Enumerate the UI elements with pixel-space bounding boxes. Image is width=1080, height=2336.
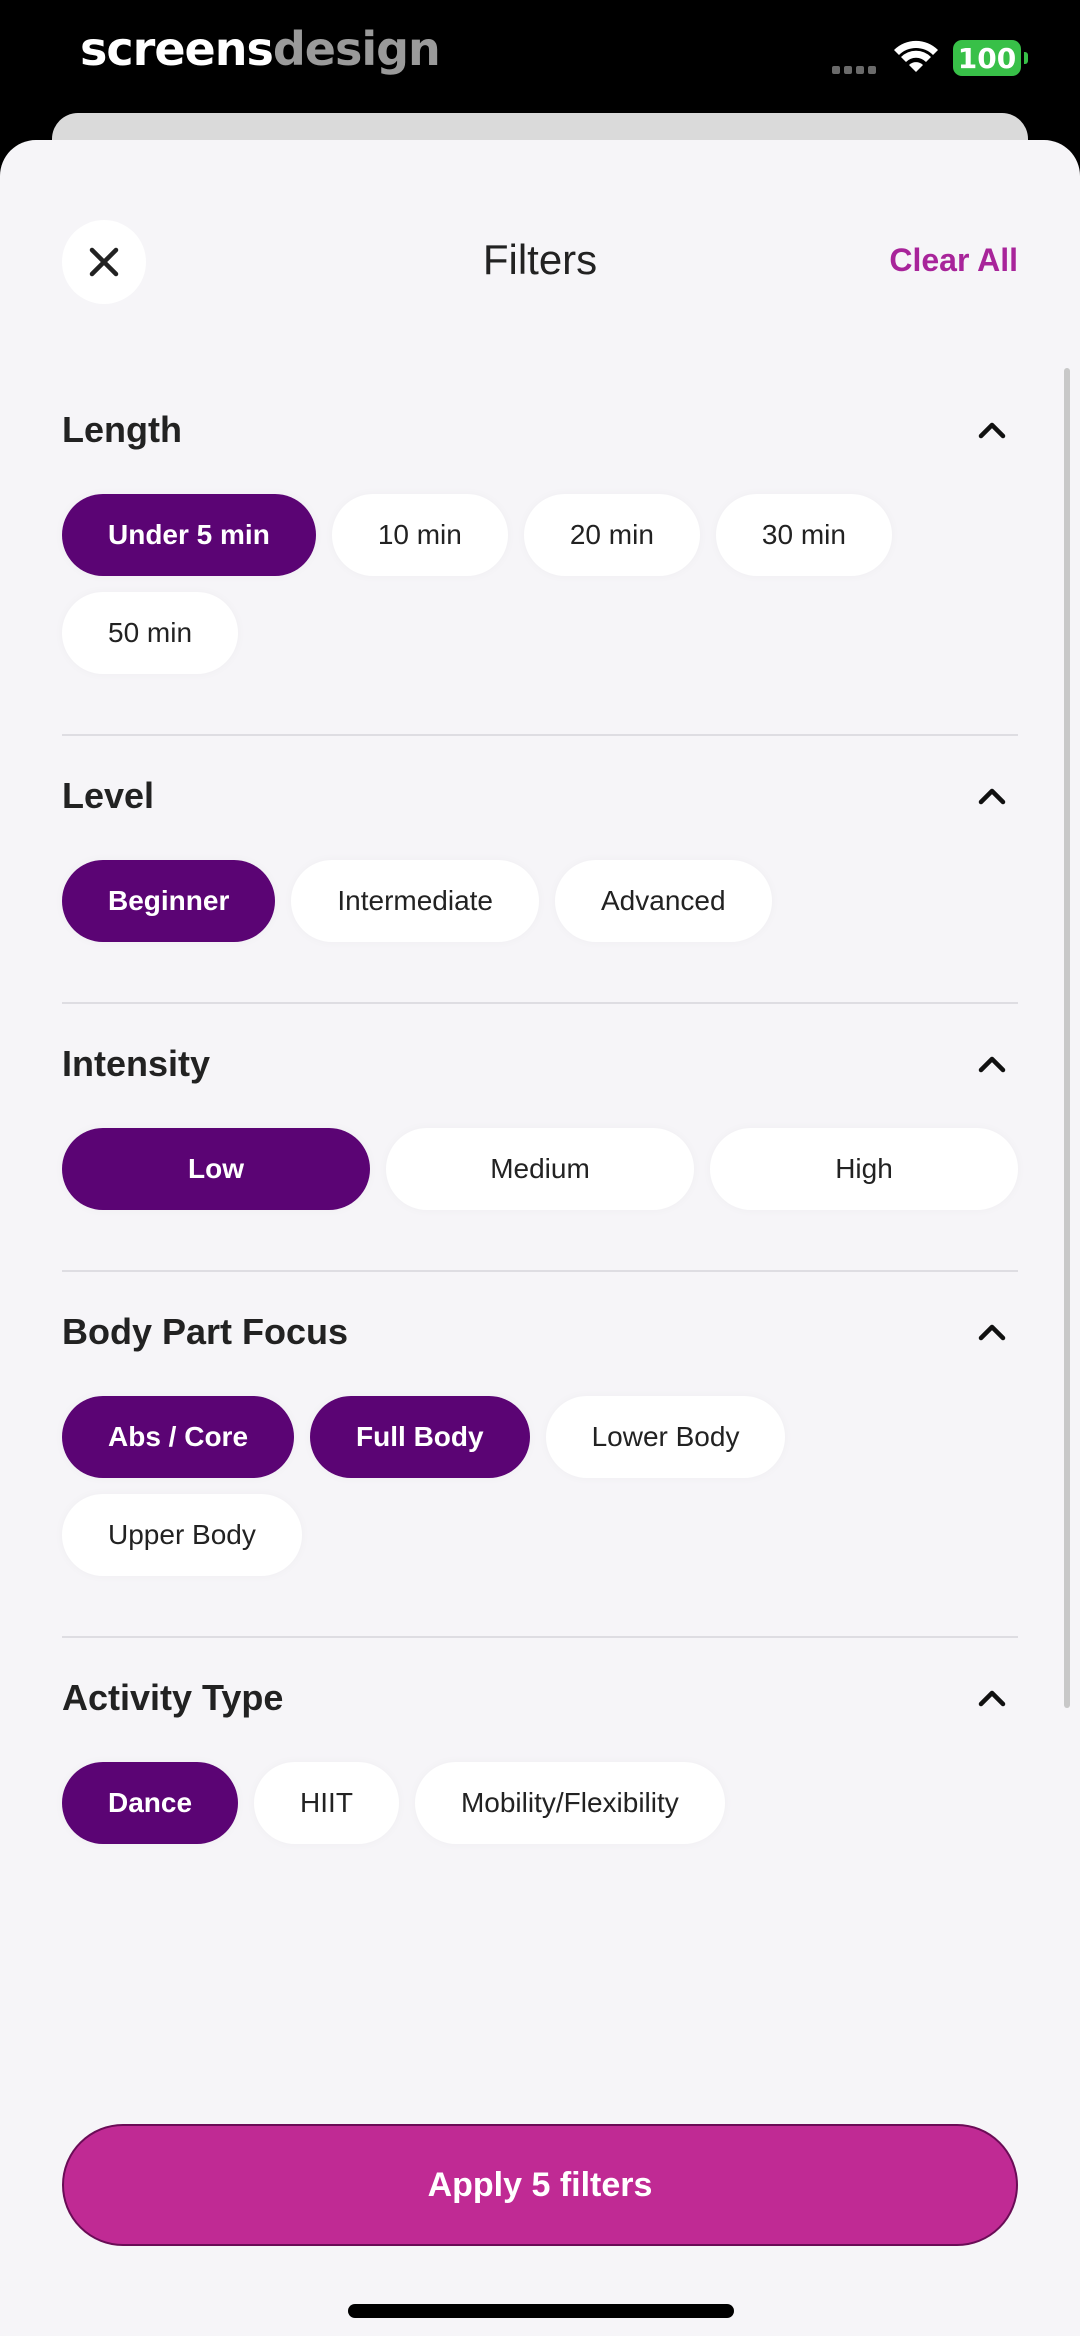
chip-group: Dance HIIT Mobility/Flexibility bbox=[62, 1762, 1018, 1844]
section-level: Level Beginner Intermediate Advanced bbox=[62, 736, 1018, 1004]
section-title: Activity Type bbox=[62, 1677, 284, 1718]
home-indicator[interactable] bbox=[348, 2304, 734, 2318]
chip-intermediate[interactable]: Intermediate bbox=[291, 860, 539, 942]
clear-all-button[interactable]: Clear All bbox=[889, 242, 1018, 279]
chip-high[interactable]: High bbox=[710, 1128, 1018, 1210]
chip-under-5-min[interactable]: Under 5 min bbox=[62, 494, 316, 576]
chip-50-min[interactable]: 50 min bbox=[62, 592, 239, 674]
chip-group: Under 5 min 10 min 20 min 30 min 50 min bbox=[62, 494, 1018, 674]
chip-abs-core[interactable]: Abs / Core bbox=[62, 1396, 295, 1478]
section-title: Body Part Focus bbox=[62, 1311, 349, 1352]
brand-part-2: design bbox=[272, 22, 441, 76]
section-title: Length bbox=[62, 409, 182, 450]
chip-lower-body[interactable]: Lower Body bbox=[545, 1396, 786, 1478]
section-activity-type: Activity Type Dance HIIT Mobility/Flexib… bbox=[62, 1638, 1018, 1844]
scrollbar[interactable] bbox=[1064, 368, 1070, 1708]
chevron-up-icon[interactable] bbox=[972, 1044, 1012, 1084]
battery-indicator: 100 bbox=[953, 40, 1028, 76]
brand-part-1: screens bbox=[80, 22, 274, 76]
chip-30-min[interactable]: 30 min bbox=[715, 494, 892, 576]
filters-sheet: Filters Clear All Length Under 5 min 10 … bbox=[0, 140, 1080, 2336]
section-title: Level bbox=[62, 775, 155, 816]
chip-medium[interactable]: Medium bbox=[386, 1128, 694, 1210]
chip-low[interactable]: Low bbox=[62, 1128, 370, 1210]
filter-list: Length Under 5 min 10 min 20 min 30 min … bbox=[62, 370, 1018, 1844]
section-header[interactable]: Length bbox=[62, 400, 1018, 460]
chip-10-min[interactable]: 10 min bbox=[331, 494, 508, 576]
section-length: Length Under 5 min 10 min 20 min 30 min … bbox=[62, 370, 1018, 736]
chip-group: Abs / Core Full Body Lower Body Upper Bo… bbox=[62, 1396, 1018, 1576]
chip-mobility-flexibility[interactable]: Mobility/Flexibility bbox=[414, 1762, 725, 1844]
wifi-icon bbox=[894, 40, 938, 72]
chevron-up-icon[interactable] bbox=[972, 1312, 1012, 1352]
chip-group: Beginner Intermediate Advanced bbox=[62, 860, 1018, 942]
apply-bar: Apply 5 filters bbox=[62, 2124, 1018, 2246]
cellular-signal-icon bbox=[832, 66, 876, 74]
section-title: Intensity bbox=[62, 1043, 211, 1084]
chevron-up-icon[interactable] bbox=[972, 410, 1012, 450]
chip-dance[interactable]: Dance bbox=[62, 1762, 239, 1844]
status-bar: screensdesign 100 bbox=[0, 0, 1080, 115]
chip-full-body[interactable]: Full Body bbox=[310, 1396, 530, 1478]
chip-hiit[interactable]: HIIT bbox=[254, 1762, 399, 1844]
section-header[interactable]: Level bbox=[62, 766, 1018, 826]
chevron-up-icon[interactable] bbox=[972, 1678, 1012, 1718]
chip-20-min[interactable]: 20 min bbox=[523, 494, 700, 576]
section-header[interactable]: Body Part Focus bbox=[62, 1302, 1018, 1362]
section-header[interactable]: Activity Type bbox=[62, 1668, 1018, 1728]
chevron-up-icon[interactable] bbox=[972, 776, 1012, 816]
brand-watermark: screensdesign bbox=[80, 22, 441, 76]
chip-group: Low Medium High bbox=[62, 1128, 1018, 1210]
section-intensity: Intensity Low Medium High bbox=[62, 1004, 1018, 1272]
apply-filters-button[interactable]: Apply 5 filters bbox=[62, 2124, 1018, 2246]
section-header[interactable]: Intensity bbox=[62, 1034, 1018, 1094]
section-body-part-focus: Body Part Focus Abs / Core Full Body Low… bbox=[62, 1272, 1018, 1638]
chip-upper-body[interactable]: Upper Body bbox=[62, 1494, 302, 1576]
chip-advanced[interactable]: Advanced bbox=[555, 860, 772, 942]
chip-beginner[interactable]: Beginner bbox=[62, 860, 276, 942]
